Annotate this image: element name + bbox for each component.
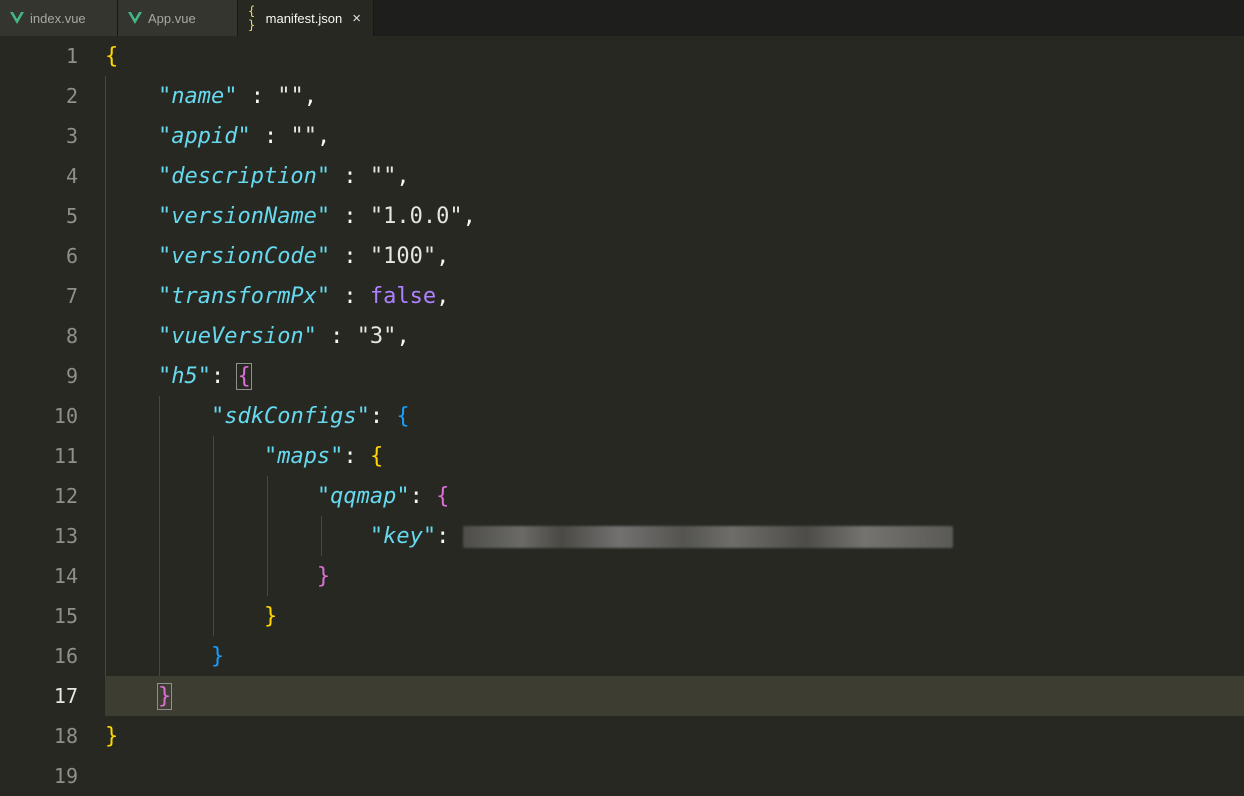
line-number: 19 (53, 764, 78, 788)
line-number: 12 (53, 484, 78, 508)
code-line: 7 "transformPx" : false, (0, 276, 1244, 316)
code-text: "description" : "", (157, 163, 410, 189)
code-text: "transformPx" : false, (157, 283, 450, 309)
code-text: "h5": { (157, 362, 252, 390)
tab-label: App.vue (148, 10, 196, 26)
code-line: 1 { (0, 36, 1244, 76)
line-number: 5 (65, 204, 78, 228)
line-number: 1 (65, 44, 78, 68)
code-text: "maps": { (263, 443, 384, 469)
code-text: "sdkConfigs": { (210, 403, 410, 429)
code-text: "appid" : "", (157, 123, 331, 149)
code-line: 5 "versionName" : "1.0.0", (0, 196, 1244, 236)
code-text: } (263, 603, 278, 629)
code-line: 4 "description" : "", (0, 156, 1244, 196)
line-number: 9 (65, 364, 78, 388)
code-line: 2 "name" : "", (0, 76, 1244, 116)
line-number: 16 (53, 644, 78, 668)
code-line: 3 "appid" : "", (0, 116, 1244, 156)
code-line: 19 (0, 756, 1244, 796)
tab-manifest-json[interactable]: { } manifest.json × (238, 0, 374, 36)
code-line: 11 "maps": { (0, 436, 1244, 476)
line-number: 13 (53, 524, 78, 548)
vue-icon (128, 12, 142, 24)
line-number: 14 (53, 564, 78, 588)
code-editor[interactable]: 1 { 2 "name" : "", 3 "appid" : "", 4 "de… (0, 36, 1244, 788)
code-text: } (316, 563, 331, 589)
code-text: "key": (105, 524, 953, 549)
line-number: 4 (65, 164, 78, 188)
code-text: } (105, 723, 119, 749)
tab-label: index.vue (30, 10, 86, 26)
code-text: "vueVersion" : "3", (157, 323, 410, 349)
json-braces-icon: { } (248, 4, 256, 32)
code-line: 18 } (0, 716, 1244, 756)
code-text: "qqmap": { (316, 483, 450, 509)
code-text: { (105, 43, 119, 69)
code-line: 15 } (0, 596, 1244, 636)
line-number: 2 (65, 84, 78, 108)
editor-tab-bar: index.vue App.vue { } manifest.json × (0, 0, 1244, 36)
line-number: 17 (53, 684, 78, 708)
code-line: 12 "qqmap": { (0, 476, 1244, 516)
line-number: 6 (65, 244, 78, 268)
tab-label: manifest.json (265, 10, 343, 26)
code-line-current: 17 } (0, 676, 1244, 716)
code-text: } (210, 643, 225, 669)
code-line: 13 "key": (0, 516, 1244, 556)
tab-app-vue[interactable]: App.vue (118, 0, 238, 36)
redacted-api-key (462, 525, 953, 548)
line-number: 15 (53, 604, 78, 628)
line-number: 7 (65, 284, 78, 308)
code-text: "name" : "", (157, 83, 317, 109)
line-number: 3 (65, 124, 78, 148)
tab-index-vue[interactable]: index.vue (0, 0, 118, 36)
code-text: "versionCode" : "100", (157, 243, 450, 269)
code-line: 16 } (0, 636, 1244, 676)
line-number: 10 (53, 404, 78, 428)
code-text: "versionName" : "1.0.0", (157, 203, 476, 229)
line-number: 8 (65, 324, 78, 348)
code-line: 10 "sdkConfigs": { (0, 396, 1244, 436)
code-line: 8 "vueVersion" : "3", (0, 316, 1244, 356)
code-line: 6 "versionCode" : "100", (0, 236, 1244, 276)
code-text: } (156, 682, 173, 710)
current-line-highlight (105, 676, 1244, 716)
code-line: 9 "h5": { (0, 356, 1244, 396)
line-number: 11 (53, 444, 78, 468)
close-icon[interactable]: × (352, 11, 361, 26)
line-number: 18 (53, 724, 78, 748)
code-line: 14 } (0, 556, 1244, 596)
vue-icon (10, 12, 24, 24)
